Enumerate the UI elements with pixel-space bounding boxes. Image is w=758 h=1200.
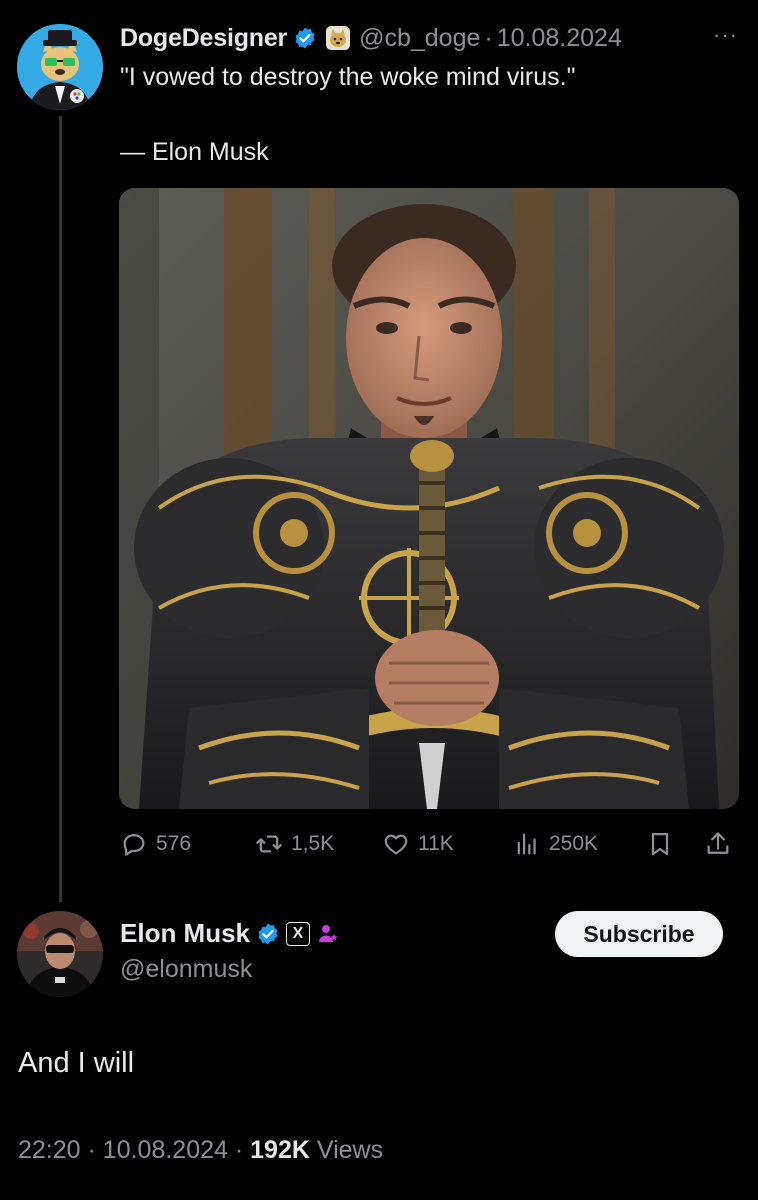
subscribe-button[interactable]: Subscribe — [555, 911, 723, 957]
reply-count: 576 — [156, 832, 192, 855]
reply-author-name[interactable]: Elon Musk — [120, 918, 250, 949]
doge-avatar-image — [17, 24, 103, 110]
author-name[interactable]: DogeDesigner — [120, 24, 287, 53]
reply-author-handle[interactable]: @elonmusk — [120, 955, 252, 984]
views-count: 250K — [549, 832, 599, 855]
repost-icon — [256, 835, 282, 853]
heart-icon — [384, 834, 408, 855]
reply-views-label: Views — [316, 1136, 384, 1164]
verified-check-icon — [295, 27, 315, 49]
reply-date[interactable]: 10.08.2024 — [103, 1136, 228, 1164]
doge-badge-icon — [326, 26, 351, 50]
separator-dot: · — [234, 1136, 244, 1164]
bookmark-button[interactable] — [646, 826, 682, 862]
like-count: 11K — [418, 832, 454, 855]
tweet-text: "I vowed to destroy the woke mind virus.… — [120, 63, 576, 91]
tweet-media-image[interactable] — [119, 188, 739, 809]
separator-dot: · — [484, 23, 493, 52]
tweet-actions-bar: 576 1,5K 11K 250K — [120, 826, 740, 862]
armored-portrait-image — [119, 188, 739, 809]
author-handle[interactable]: @cb_doge — [359, 24, 480, 53]
share-button[interactable] — [704, 826, 740, 862]
reply-meta: 22:20 · 10.08.2024 · 192K Views — [18, 1136, 383, 1165]
parent-tweet-header: DogeDesigner @cb_doge · 10.08.2024 ··· — [120, 20, 738, 56]
more-icon[interactable]: ··· — [713, 22, 738, 48]
reply-icon — [123, 834, 145, 856]
views-chart-icon — [517, 833, 536, 855]
like-button[interactable]: 11K — [382, 826, 454, 862]
verified-check-icon — [258, 923, 278, 944]
reply-button[interactable]: 576 — [120, 826, 191, 862]
thread-line — [59, 116, 62, 902]
avatar-elonmusk[interactable] — [17, 911, 103, 997]
share-icon — [707, 832, 729, 854]
tweet-date[interactable]: 10.08.2024 — [497, 24, 622, 53]
x-affiliate-badge-icon[interactable]: X — [286, 921, 311, 946]
separator-dot: · — [87, 1136, 96, 1164]
affiliate-person-icon — [319, 924, 338, 942]
repost-count: 1,5K — [291, 832, 335, 855]
quote-attribution: — Elon Musk — [120, 138, 269, 166]
avatar-dogedesigner[interactable] — [17, 24, 103, 110]
reply-author-row: Elon Musk X — [120, 918, 340, 949]
reply-views-count: 192K — [250, 1136, 310, 1164]
elon-avatar-image — [17, 911, 103, 997]
reply-time[interactable]: 22:20 — [18, 1136, 81, 1164]
reply-text: And I will — [18, 1047, 135, 1079]
bookmark-icon — [651, 832, 669, 856]
views-button[interactable]: 250K — [513, 826, 598, 862]
repost-button[interactable]: 1,5K — [255, 826, 334, 862]
